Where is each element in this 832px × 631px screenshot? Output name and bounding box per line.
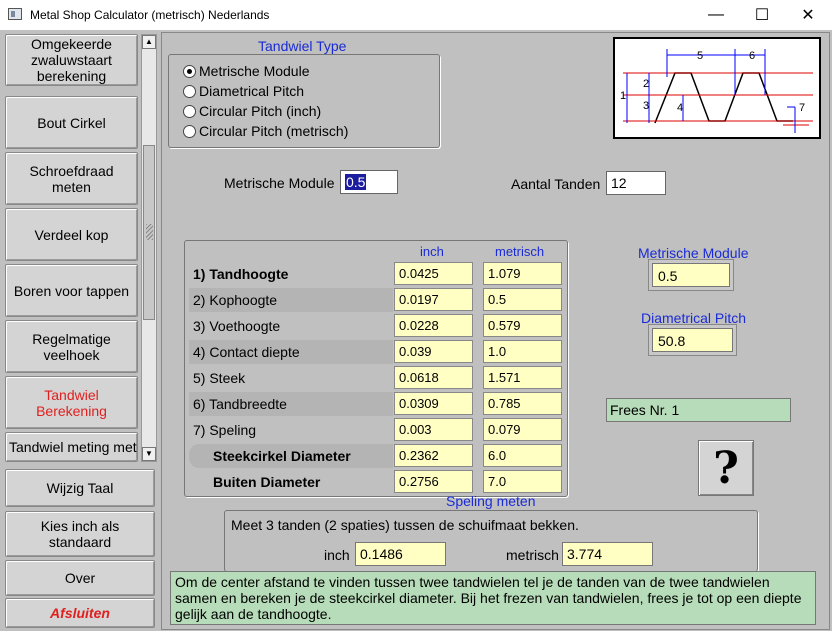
info-text: Om de center afstand te vinden tussen tw…	[170, 571, 816, 625]
clearance-metric-label: metrisch	[506, 547, 559, 563]
close-button[interactable]: ✕	[785, 0, 831, 30]
exit-button[interactable]: Afsluiten	[5, 598, 155, 628]
app-icon	[8, 8, 22, 20]
row-label: 1) Tandhoogte	[193, 266, 289, 282]
radio-diametrical-pitch[interactable]: Diametrical Pitch	[183, 83, 304, 99]
minimize-button[interactable]: —	[693, 0, 739, 30]
diagram-label-1: 1	[620, 90, 626, 102]
clearance-group: Meet 3 tanden (2 spaties) tussen de schu…	[224, 510, 758, 572]
radio-metrische-module[interactable]: Metrische Module	[183, 63, 310, 79]
value-inch: 0.0309	[394, 392, 473, 415]
nav-verdeel-kop[interactable]: Verdeel kop	[5, 208, 138, 261]
title-bar: Metal Shop Calculator (metrisch) Nederla…	[0, 0, 832, 30]
radio-icon	[183, 124, 196, 138]
radio-circular-pitch-inch[interactable]: Circular Pitch (inch)	[183, 103, 321, 119]
help-button[interactable]: ?	[698, 440, 754, 496]
client-area: Omgekeerde zwaluwstaart berekening Bout …	[0, 30, 832, 631]
radio-icon	[183, 84, 196, 98]
diagram-label-3: 3	[643, 100, 649, 112]
gear-type-title: Tandwiel Type	[258, 38, 347, 54]
clearance-metric-value: 3.774	[562, 542, 653, 566]
diagram-label-4: 4	[677, 102, 683, 114]
value-inch: 0.0197	[394, 288, 473, 311]
value-metric: 6.0	[483, 444, 562, 467]
right-dp-frame: 50.8	[648, 324, 737, 356]
value-inch: 0.003	[394, 418, 473, 441]
cutter-number: Frees Nr. 1	[606, 398, 791, 422]
value-metric: 7.0	[483, 470, 562, 493]
radio-icon	[183, 104, 196, 118]
teeth-input[interactable]: 12	[606, 171, 666, 195]
value-inch: 0.0618	[394, 366, 473, 389]
value-metric: 0.579	[483, 314, 562, 337]
clearance-title: Speling meten	[446, 493, 536, 509]
scroll-down-icon[interactable]: ▼	[142, 447, 156, 461]
clearance-inch-label: inch	[324, 547, 350, 563]
value-inch: 0.039	[394, 340, 473, 363]
row-label: 2) Kophoogte	[189, 288, 393, 312]
value-metric: 1.571	[483, 366, 562, 389]
window-title: Metal Shop Calculator (metrisch) Nederla…	[30, 8, 270, 22]
nav-tandwiel-berekening[interactable]: Tandwiel Berekening	[5, 376, 138, 429]
row-label: 4) Contact diepte	[189, 340, 393, 364]
diagram-label-5: 5	[697, 50, 703, 62]
module-input[interactable]: 0.5	[340, 170, 398, 194]
grip-icon	[146, 224, 153, 240]
row-label: 6) Tandbreedte	[189, 392, 393, 416]
value-inch: 0.2756	[394, 470, 473, 493]
value-inch: 0.0228	[394, 314, 473, 337]
scroll-thumb[interactable]	[143, 145, 155, 320]
results-table: 1) Tandhoogte 0.0425 1.079 2) Kophoogte …	[184, 240, 568, 497]
gear-tooth-diagram: 1 2 3 4 5 6 7	[613, 37, 821, 139]
nav-regelmatige-veelhoek[interactable]: Regelmatige veelhoek	[5, 320, 138, 373]
right-dp-value: 50.8	[652, 328, 733, 352]
radio-circular-pitch-metric[interactable]: Circular Pitch (metrisch)	[183, 123, 348, 139]
value-metric: 0.785	[483, 392, 562, 415]
main-panel: Tandwiel Type Metrische Module Diametric…	[161, 32, 830, 630]
row-label: Buiten Diameter	[213, 474, 321, 490]
change-language-button[interactable]: Wijzig Taal	[5, 469, 155, 507]
row-label: Steekcirkel Diameter	[189, 444, 393, 468]
nav-tandwiel-meting[interactable]: Tandwiel meting met	[5, 432, 138, 462]
value-metric: 1.079	[483, 262, 562, 285]
right-module-frame: 0.5	[648, 259, 734, 291]
inch-default-button[interactable]: Kies inch als standaard	[5, 511, 155, 557]
sidebar-scrollbar[interactable]: ▲ ▼	[141, 34, 157, 462]
nav-bout-cirkel[interactable]: Bout Cirkel	[5, 96, 138, 149]
about-button[interactable]: Over	[5, 560, 155, 596]
row-label: 3) Voethoogte	[193, 318, 281, 334]
nav-omgekeerde-zwaluwstaart[interactable]: Omgekeerde zwaluwstaart berekening	[5, 34, 138, 86]
radio-selected-icon	[183, 64, 196, 78]
value-metric: 0.5	[483, 288, 562, 311]
clearance-inch-value: 0.1486	[355, 542, 446, 566]
nav-schroefdraad-meten[interactable]: Schroefdraad meten	[5, 152, 138, 205]
gear-type-group: Metrische Module Diametrical Pitch Circu…	[168, 54, 440, 148]
scroll-up-icon[interactable]: ▲	[142, 35, 156, 49]
value-metric: 1.0	[483, 340, 562, 363]
module-input-label: Metrische Module	[224, 175, 335, 191]
row-label: 7) Speling	[193, 422, 257, 438]
value-inch: 0.2362	[394, 444, 473, 467]
diagram-label-2: 2	[643, 78, 649, 90]
nav-boren-voor-tappen[interactable]: Boren voor tappen	[5, 264, 138, 317]
clearance-description: Meet 3 tanden (2 spaties) tussen de schu…	[231, 517, 579, 533]
value-inch: 0.0425	[394, 262, 473, 285]
row-label: 5) Steek	[193, 370, 246, 386]
maximize-button[interactable]: ☐	[739, 0, 785, 30]
diagram-label-6: 6	[749, 50, 755, 62]
right-module-value: 0.5	[652, 263, 730, 287]
teeth-input-label: Aantal Tanden	[511, 176, 601, 192]
value-metric: 0.079	[483, 418, 562, 441]
diagram-label-7: 7	[799, 102, 805, 114]
